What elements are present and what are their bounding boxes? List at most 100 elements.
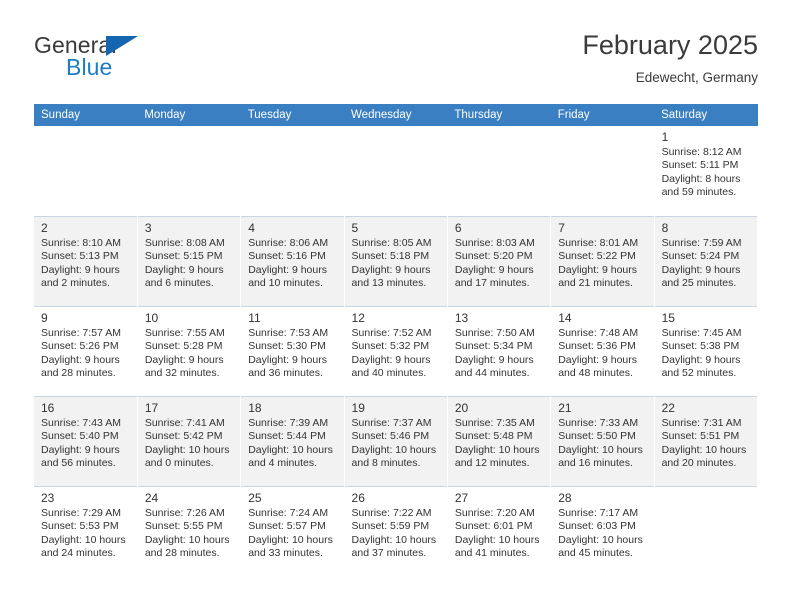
day-cell-content: 7 Sunrise: 8:01 AM Sunset: 5:22 PM Daylight… bbox=[551, 216, 654, 306]
calendar-day-cell[interactable]: 15 Sunrise: 7:45 AM Sunset: 5:38 PM Dayligh… bbox=[654, 306, 759, 396]
day-sun-info: Sunrise: 7:45 AM Sunset: 5:38 PM Daylight:… bbox=[662, 327, 751, 381]
daylight-text-line2: and 56 minutes. bbox=[41, 457, 116, 470]
daylight-text-line2: and 25 minutes. bbox=[661, 277, 737, 290]
logo-triangle-icon bbox=[106, 36, 138, 56]
calendar-day-cell[interactable]: 8 Sunrise: 7:59 AM Sunset: 5:24 PM Daylight… bbox=[654, 216, 759, 306]
calendar-day-cell[interactable]: 24 Sunrise: 7:26 AM Sunset: 5:55 PM Dayligh… bbox=[137, 486, 242, 576]
weekday-header-thursday: Thursday bbox=[447, 104, 551, 126]
daylight-text-line1: Daylight: 9 hours bbox=[144, 263, 224, 276]
day-cell-content: 25 Sunrise: 7:24 AM Sunset: 5:57 PM Dayligh… bbox=[241, 486, 344, 576]
daylight-text-line2: and 40 minutes. bbox=[351, 367, 427, 380]
day-sun-info: Sunrise: 8:10 AM Sunset: 5:13 PM Daylight:… bbox=[41, 237, 131, 291]
day-sun-info: Sunrise: 7:50 AM Sunset: 5:34 PM Daylight:… bbox=[455, 327, 544, 381]
weekday-header-tuesday: Tuesday bbox=[240, 104, 345, 126]
day-sun-info: Sunrise: 7:29 AM Sunset: 5:53 PM Daylight:… bbox=[41, 507, 131, 561]
sunset-text: Sunset: 5:38 PM bbox=[661, 340, 740, 353]
sunset-text: Sunset: 5:40 PM bbox=[41, 430, 119, 443]
daylight-text-line2: and 2 minutes. bbox=[41, 277, 110, 290]
calendar-day-cell[interactable]: 3 Sunrise: 8:08 AM Sunset: 5:15 PM Daylight… bbox=[137, 216, 242, 306]
sunset-text: Sunset: 5:18 PM bbox=[351, 250, 430, 263]
calendar-day-cell[interactable]: 17 Sunrise: 7:41 AM Sunset: 5:42 PM Dayligh… bbox=[137, 396, 242, 486]
day-sun-info: Sunrise: 8:08 AM Sunset: 5:15 PM Daylight:… bbox=[145, 237, 234, 291]
daylight-text-line1: Daylight: 10 hours bbox=[454, 533, 540, 546]
day-number: 9 bbox=[41, 311, 48, 325]
day-number: 8 bbox=[661, 221, 669, 235]
day-number: 27 bbox=[454, 491, 469, 505]
sunrise-text: Sunrise: 7:55 AM bbox=[144, 327, 225, 339]
day-cell-content bbox=[654, 486, 757, 576]
sunrise-text: Sunrise: 7:39 AM bbox=[248, 417, 329, 429]
calendar-day-cell[interactable]: 13 Sunrise: 7:50 AM Sunset: 5:34 PM Dayligh… bbox=[447, 306, 552, 396]
calendar-day-cell[interactable]: 26 Sunrise: 7:22 AM Sunset: 5:59 PM Dayligh… bbox=[344, 486, 448, 576]
day-number: 20 bbox=[454, 401, 469, 415]
sunset-text: Sunset: 5:24 PM bbox=[661, 250, 740, 263]
sunrise-text: Sunrise: 7:24 AM bbox=[248, 507, 329, 519]
day-number: 2 bbox=[41, 221, 48, 235]
calendar-day-cell[interactable]: 4 Sunrise: 8:06 AM Sunset: 5:16 PM Daylight… bbox=[240, 216, 345, 306]
calendar-day-cell[interactable]: 18 Sunrise: 7:39 AM Sunset: 5:44 PM Dayligh… bbox=[240, 396, 345, 486]
calendar-day-cell[interactable]: 21 Sunrise: 7:33 AM Sunset: 5:50 PM Dayligh… bbox=[550, 396, 655, 486]
calendar-day-cell[interactable]: 19 Sunrise: 7:37 AM Sunset: 5:46 PM Dayligh… bbox=[344, 396, 448, 486]
general-blue-logo[interactable]: General Blue bbox=[34, 30, 164, 86]
calendar-day-cell[interactable]: 28 Sunrise: 7:17 AM Sunset: 6:03 PM Dayligh… bbox=[550, 486, 655, 576]
calendar-week-row: 16 Sunrise: 7:43 AM Sunset: 5:40 PM Dayligh… bbox=[34, 396, 759, 486]
calendar-day-cell[interactable]: 14 Sunrise: 7:48 AM Sunset: 5:36 PM Dayligh… bbox=[550, 306, 655, 396]
sunrise-text: Sunrise: 7:50 AM bbox=[454, 327, 535, 339]
sunrise-text: Sunrise: 7:43 AM bbox=[41, 417, 121, 429]
calendar-day-cell[interactable]: 20 Sunrise: 7:35 AM Sunset: 5:48 PM Dayligh… bbox=[447, 396, 552, 486]
sunset-text: Sunset: 5:32 PM bbox=[351, 340, 430, 353]
daylight-text-line2: and 59 minutes. bbox=[661, 186, 737, 199]
calendar-day-cell[interactable]: 6 Sunrise: 8:03 AM Sunset: 5:20 PM Daylight… bbox=[447, 216, 552, 306]
sunrise-text: Sunrise: 7:37 AM bbox=[351, 417, 432, 429]
calendar-day-cell[interactable]: 7 Sunrise: 8:01 AM Sunset: 5:22 PM Daylight… bbox=[550, 216, 655, 306]
calendar-day-cell[interactable]: 25 Sunrise: 7:24 AM Sunset: 5:57 PM Dayligh… bbox=[240, 486, 345, 576]
daylight-text-line2: and 0 minutes. bbox=[144, 457, 214, 470]
day-number: 26 bbox=[351, 491, 365, 505]
day-cell-content: 5 Sunrise: 8:05 AM Sunset: 5:18 PM Daylight… bbox=[344, 216, 447, 306]
calendar-day-cell[interactable]: 12 Sunrise: 7:52 AM Sunset: 5:32 PM Dayligh… bbox=[344, 306, 448, 396]
daylight-text-line1: Daylight: 9 hours bbox=[248, 263, 327, 276]
day-number: 13 bbox=[454, 311, 469, 325]
day-cell-content: 4 Sunrise: 8:06 AM Sunset: 5:16 PM Daylight… bbox=[241, 216, 344, 306]
daylight-text-line1: Daylight: 9 hours bbox=[351, 353, 431, 366]
sunrise-text: Sunrise: 7:29 AM bbox=[41, 507, 121, 519]
daylight-text-line2: and 41 minutes. bbox=[454, 547, 530, 560]
sunset-text: Sunset: 6:03 PM bbox=[558, 520, 636, 533]
day-cell-content bbox=[34, 126, 137, 216]
day-cell-content bbox=[241, 126, 343, 216]
day-sun-info: Sunrise: 7:43 AM Sunset: 5:40 PM Daylight:… bbox=[41, 417, 131, 471]
calendar-day-cell-empty bbox=[34, 126, 138, 216]
sunrise-text: Sunrise: 8:08 AM bbox=[144, 237, 225, 249]
day-sun-info: Sunrise: 7:24 AM Sunset: 5:57 PM Daylight:… bbox=[248, 507, 337, 561]
calendar-day-cell[interactable]: 9 Sunrise: 7:57 AM Sunset: 5:26 PM Daylight… bbox=[34, 306, 138, 396]
day-number: 17 bbox=[144, 401, 159, 415]
calendar-day-cell[interactable]: 16 Sunrise: 7:43 AM Sunset: 5:40 PM Dayligh… bbox=[34, 396, 138, 486]
calendar-day-cell[interactable]: 10 Sunrise: 7:55 AM Sunset: 5:28 PM Dayligh… bbox=[137, 306, 242, 396]
day-number: 11 bbox=[248, 311, 261, 325]
day-cell-content: 15 Sunrise: 7:45 AM Sunset: 5:38 PM Dayligh… bbox=[654, 306, 757, 396]
calendar-day-cell[interactable]: 23 Sunrise: 7:29 AM Sunset: 5:53 PM Dayligh… bbox=[34, 486, 138, 576]
page-title: February 2025 bbox=[582, 30, 758, 60]
daylight-text-line2: and 52 minutes. bbox=[661, 367, 737, 380]
daylight-text-line1: Daylight: 10 hours bbox=[661, 443, 747, 456]
sunrise-text: Sunrise: 8:01 AM bbox=[558, 237, 639, 249]
calendar-day-cell[interactable]: 5 Sunrise: 8:05 AM Sunset: 5:18 PM Daylight… bbox=[344, 216, 448, 306]
day-cell-content: 12 Sunrise: 7:52 AM Sunset: 5:32 PM Dayligh… bbox=[344, 306, 447, 396]
calendar-day-cell[interactable]: 1 Sunrise: 8:12 AM Sunset: 5:11 PM Daylight… bbox=[654, 126, 759, 216]
day-number: 1 bbox=[661, 130, 669, 144]
day-number: 6 bbox=[454, 221, 462, 235]
day-cell-content bbox=[138, 126, 240, 216]
calendar-day-cell[interactable]: 22 Sunrise: 7:31 AM Sunset: 5:51 PM Dayligh… bbox=[654, 396, 759, 486]
sunrise-text: Sunrise: 7:52 AM bbox=[351, 327, 432, 339]
calendar-day-cell[interactable]: 11 Sunrise: 7:53 AM Sunset: 5:30 PM Dayligh… bbox=[240, 306, 345, 396]
calendar-day-cell[interactable]: 2 Sunrise: 8:10 AM Sunset: 5:13 PM Daylight… bbox=[34, 216, 138, 306]
day-number: 5 bbox=[351, 221, 359, 235]
day-cell-content: 24 Sunrise: 7:26 AM Sunset: 5:55 PM Dayligh… bbox=[137, 486, 241, 576]
calendar-day-cell[interactable]: 27 Sunrise: 7:20 AM Sunset: 6:01 PM Dayligh… bbox=[447, 486, 552, 576]
sunrise-text: Sunrise: 8:05 AM bbox=[351, 237, 432, 249]
day-cell-content bbox=[448, 126, 550, 216]
day-sun-info: Sunrise: 8:01 AM Sunset: 5:22 PM Daylight:… bbox=[558, 237, 647, 291]
daylight-text-line2: and 17 minutes. bbox=[454, 277, 530, 290]
day-number: 3 bbox=[144, 221, 152, 235]
daylight-text-line1: Daylight: 9 hours bbox=[41, 263, 120, 276]
